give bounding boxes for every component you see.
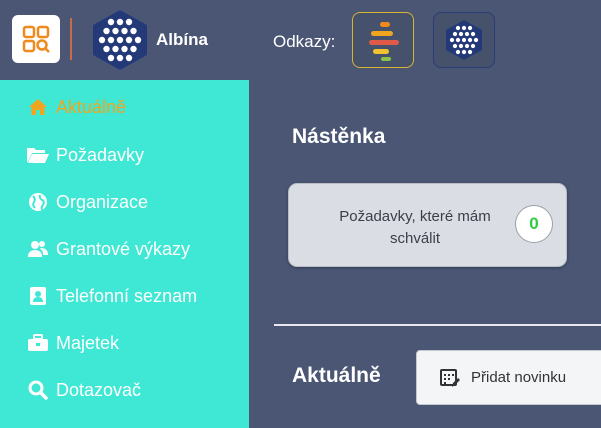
sidebar-item-label: Organizace <box>56 191 149 212</box>
sidebar-item-majetek[interactable]: Majetek <box>26 329 119 357</box>
folder-open-icon <box>26 144 50 166</box>
sidebar-item-aktualne[interactable]: Aktuálně <box>26 93 126 121</box>
logo-dot <box>107 18 115 26</box>
logo-dot <box>470 31 476 37</box>
briefcase-icon <box>26 332 50 354</box>
logo-dot <box>452 31 458 37</box>
logo-dot <box>452 43 458 49</box>
sidebar-item-dotazovac[interactable]: Dotazovač <box>26 376 141 404</box>
app-name: Albína <box>156 30 208 49</box>
logo-dot <box>134 36 142 44</box>
logo-dot <box>107 36 115 44</box>
link-button-1[interactable] <box>352 12 414 68</box>
logo-dot <box>112 45 119 53</box>
pending-approvals-card[interactable]: Požadavky, které mám schválit 0 <box>288 183 567 267</box>
logo-dot <box>467 25 473 31</box>
logo-dot <box>130 27 137 35</box>
logo-dot <box>116 54 124 62</box>
topbar-divider <box>70 18 72 60</box>
add-news-button[interactable]: Přidat novinku <box>416 350 601 405</box>
dashboard-title: Nástěnka <box>292 125 386 148</box>
logo-dot <box>130 45 137 53</box>
logo-dot <box>455 49 461 55</box>
logo-dot <box>112 27 119 35</box>
sidebar-item-grantove-vykazy[interactable]: Grantové výkazy <box>26 235 190 263</box>
logo-dot <box>455 37 461 43</box>
logo-dot <box>98 36 106 44</box>
sidebar-item-organizace[interactable]: Organizace <box>26 188 148 216</box>
logo-dot <box>125 54 133 62</box>
logo-dot <box>464 31 470 37</box>
count-badge: 0 <box>515 205 553 243</box>
main-content: Nástěnka Požadavky, které mám schválit 0… <box>249 80 601 428</box>
news-title: Aktuálně <box>292 364 381 387</box>
logo-dot <box>455 25 461 31</box>
logo-dot <box>458 43 464 49</box>
logo-dot <box>467 49 473 55</box>
logo-dot <box>461 37 467 43</box>
apps-button[interactable] <box>12 15 60 63</box>
logo-dot <box>116 18 124 26</box>
logo-dot <box>103 27 110 35</box>
logo-dot <box>470 43 476 49</box>
links-label: Odkazy: <box>273 32 336 51</box>
sidebar-item-pozadavky[interactable]: Požadavky <box>26 141 144 169</box>
logo-dot <box>125 18 133 26</box>
sidebar-item-label: Požadavky <box>56 144 145 165</box>
sidebar-item-label: Majetek <box>56 332 120 353</box>
sidebar-item-label: Telefonní seznam <box>56 285 198 306</box>
logo-dot <box>461 25 467 31</box>
logo-dot <box>464 43 470 49</box>
section-divider <box>274 324 601 326</box>
logo-dot <box>121 45 128 53</box>
apps-grid-icon <box>22 25 50 53</box>
sidebar-item-label: Dotazovač <box>56 379 142 400</box>
home-icon <box>26 96 50 118</box>
logo-dot <box>467 37 473 43</box>
dotted-hexagon-link-icon <box>446 20 482 60</box>
albina-hexagon-logo-icon <box>93 10 147 70</box>
top-bar: Albína Odkazy: <box>0 0 601 80</box>
address-book-icon <box>26 285 50 307</box>
users-icon <box>26 238 50 260</box>
sidebar-item-label: Aktuálně <box>56 96 127 117</box>
logo-dot <box>449 37 455 43</box>
globe-icon <box>26 191 50 213</box>
albina-logo[interactable] <box>90 8 150 77</box>
logo-dot <box>473 37 479 43</box>
sidebar-item-telefonni-seznam[interactable]: Telefonní seznam <box>26 282 197 310</box>
add-news-label: Přidat novinku <box>471 369 567 386</box>
logo-dot <box>103 45 110 53</box>
logo-dot <box>116 36 124 44</box>
logo-dot <box>458 31 464 37</box>
logo-dot <box>125 36 133 44</box>
sidebar: Aktuálně Požadavky Organizace Grantové v… <box>0 80 249 428</box>
colored-bars-link-icon <box>369 22 399 61</box>
search-icon <box>26 379 50 401</box>
calendar-edit-icon <box>439 367 461 389</box>
logo-dot <box>107 54 115 62</box>
sidebar-item-label: Grantové výkazy <box>56 238 191 259</box>
logo-dot <box>121 27 128 35</box>
logo-dot <box>461 49 467 55</box>
link-button-2[interactable] <box>433 12 495 68</box>
card-text: Požadavky, které mám schválit <box>339 208 491 247</box>
